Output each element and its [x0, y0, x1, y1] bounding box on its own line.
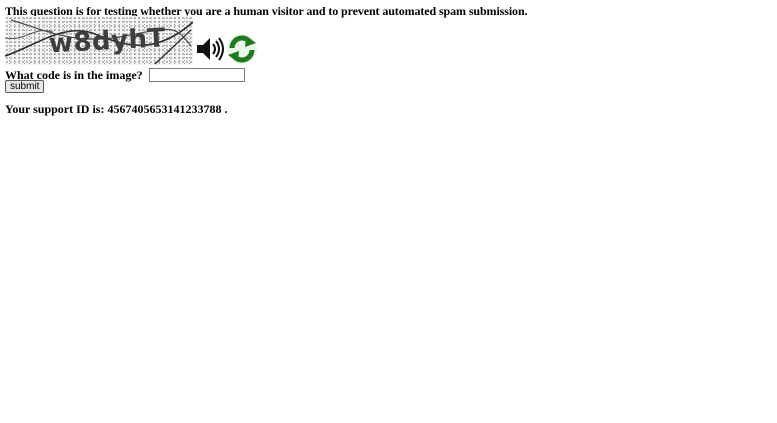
speaker-icon[interactable] — [195, 34, 225, 64]
submit-button[interactable]: submit — [5, 80, 45, 93]
captcha-image: w8dyhT — [5, 16, 193, 65]
captcha-code-text: w8dyhT — [48, 23, 166, 59]
captcha-code-input[interactable] — [148, 68, 245, 83]
support-id-text: Your support ID is: 4567405653141233788 … — [5, 102, 228, 116]
captcha-form-row: What code is in the image? — [5, 66, 245, 83]
refresh-icon[interactable] — [226, 33, 258, 65]
